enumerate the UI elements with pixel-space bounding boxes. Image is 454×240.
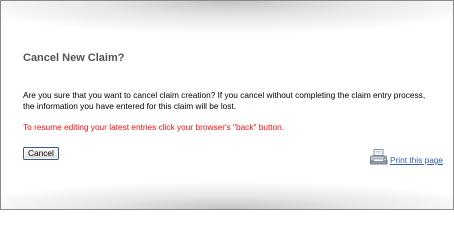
print-link-label: Print this page (390, 155, 444, 165)
print-page-link[interactable]: Print this page (370, 149, 443, 165)
confirmation-message: Are you sure that you want to cancel cla… (23, 90, 426, 111)
printer-icon (370, 149, 388, 165)
bottom-shadow-decoration (1, 181, 453, 209)
cancel-claim-dialog: Cancel New Claim? Are you sure that you … (0, 0, 454, 210)
page-title: Cancel New Claim? (23, 52, 125, 64)
top-shadow-decoration (1, 1, 453, 35)
resume-editing-notice: To resume editing your latest entries cl… (23, 122, 285, 132)
cancel-button[interactable]: Cancel (23, 147, 59, 160)
